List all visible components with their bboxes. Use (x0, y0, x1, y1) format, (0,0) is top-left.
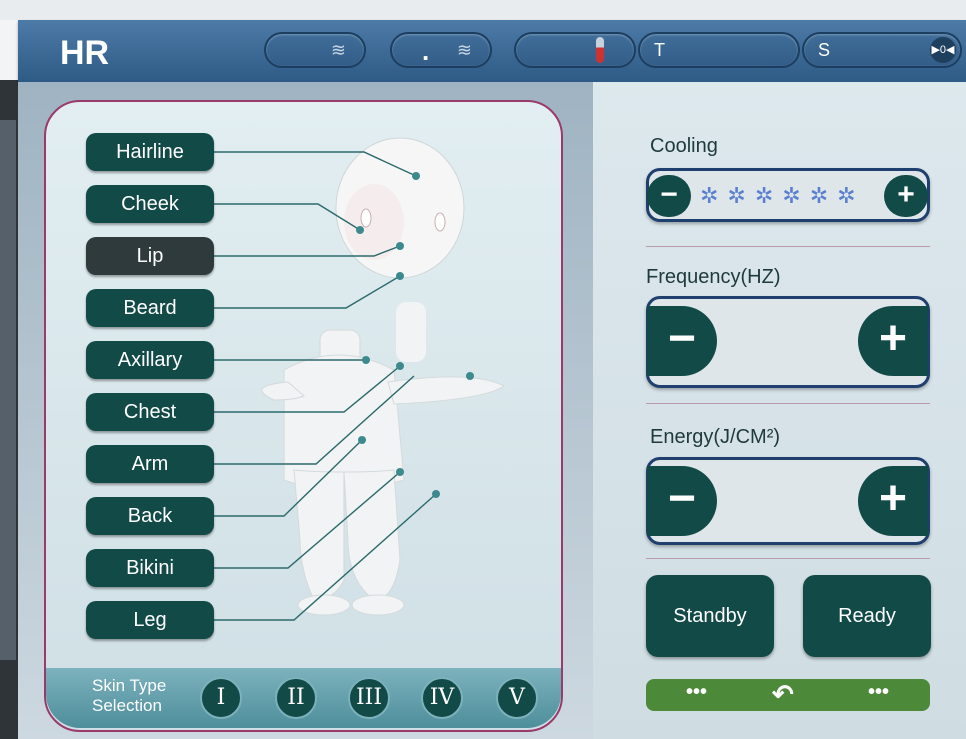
body-part-hairline[interactable]: Hairline (86, 133, 214, 171)
header-bar: HR ≋ . ≋ T S ▶0◀ (18, 20, 966, 82)
frequency-plus-button[interactable]: + (858, 306, 928, 376)
body-part-cheek[interactable]: Cheek (86, 185, 214, 223)
navigation-bar: ••• ↶ ••• (646, 679, 930, 711)
skin-type-label: Skin Type Selection (92, 676, 167, 715)
skin-type-2-button[interactable]: II (275, 677, 317, 719)
body-part-lip[interactable]: Lip (86, 237, 214, 275)
cooling-minus-button[interactable]: − (647, 175, 691, 217)
skin-type-3-button[interactable]: III (348, 677, 390, 719)
divider (646, 558, 930, 559)
cooling-title: Cooling (650, 135, 718, 157)
skin-type-1-button[interactable]: I (200, 677, 242, 719)
skin-type-4-button[interactable]: IV (421, 677, 463, 719)
body-part-back[interactable]: Back (86, 497, 214, 535)
wave-pill[interactable]: ≋ (264, 32, 366, 68)
play-counter-icon: ▶0◀ (930, 37, 956, 63)
s-pill[interactable]: S ▶0◀ (802, 32, 962, 68)
body-part-beard[interactable]: Beard (86, 289, 214, 327)
menu-right-button[interactable]: ••• (868, 681, 889, 704)
frequency-title: Frequency(HZ) (646, 266, 781, 288)
water-wave-icon: ≋ (330, 40, 346, 60)
energy-minus-button[interactable]: − (647, 466, 717, 536)
dot-wave-pill[interactable]: . ≋ (390, 32, 492, 68)
dot-value: . (422, 36, 430, 66)
background-strip-left-inner (0, 120, 16, 660)
frequency-minus-button[interactable]: − (647, 306, 717, 376)
body-part-axillary[interactable]: Axillary (86, 341, 214, 379)
skin-type-5-button[interactable]: V (496, 677, 538, 719)
menu-left-button[interactable]: ••• (686, 681, 707, 704)
divider (646, 403, 930, 404)
ready-button[interactable]: Ready (803, 575, 931, 657)
body-part-chest[interactable]: Chest (86, 393, 214, 431)
background-strip (0, 0, 966, 20)
divider (646, 246, 930, 247)
energy-plus-button[interactable]: + (858, 466, 928, 536)
body-part-arm[interactable]: Arm (86, 445, 214, 483)
body-part-leg[interactable]: Leg (86, 601, 214, 639)
body-part-bikini[interactable]: Bikini (86, 549, 214, 587)
back-arrow-icon[interactable]: ↶ (772, 679, 794, 710)
water-wave-icon: ≋ (456, 40, 472, 60)
cooling-plus-button[interactable]: + (884, 175, 928, 217)
snowflake-level-icons: ✲✲✲✲✲✲ (700, 183, 865, 208)
t-label: T (654, 40, 665, 60)
temperature-pill[interactable] (514, 32, 636, 68)
s-label: S (818, 40, 831, 60)
thermometer-icon (596, 37, 604, 63)
app-title: HR (60, 34, 110, 72)
t-pill[interactable]: T (638, 32, 800, 68)
standby-button[interactable]: Standby (646, 575, 774, 657)
energy-title: Energy(J/CM²) (650, 426, 781, 448)
